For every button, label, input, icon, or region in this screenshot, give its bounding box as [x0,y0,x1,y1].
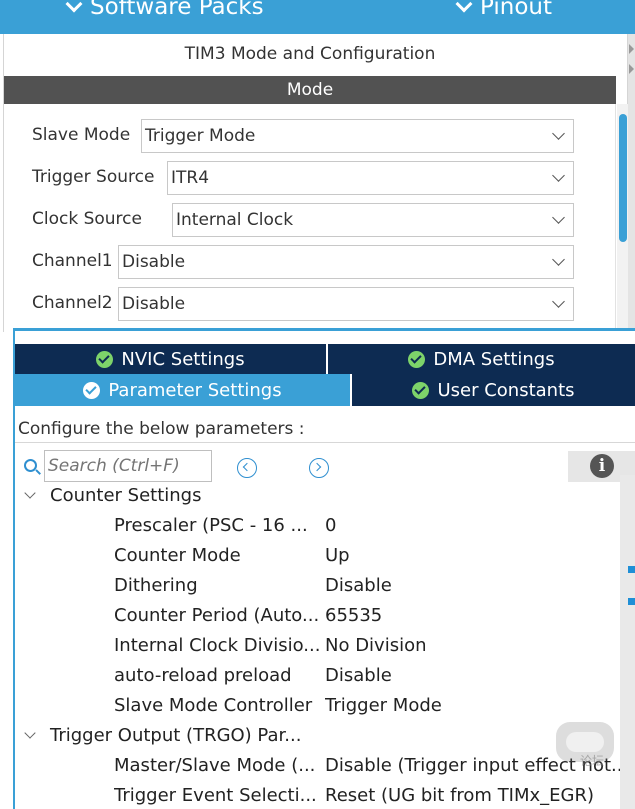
param-name[interactable]: Master/Slave Mode (... [114,755,320,776]
param-value[interactable]: Disable [325,665,633,686]
divider [15,442,635,443]
param-value[interactable]: 65535 [325,605,633,626]
param-value[interactable]: 0 [325,515,633,536]
param-value[interactable]: Reset (UG bit from TIMx_EGR) [325,785,633,806]
tab-nvic-settings[interactable]: NVIC Settings [15,344,326,374]
channel2-label: Channel2 [32,293,113,313]
mode-panel: TIM3 Mode and Configuration Mode Slave M… [3,34,629,332]
trigger-source-select[interactable]: ITR4 [167,161,574,195]
clock-source-label: Clock Source [32,209,142,229]
slave-mode-select[interactable]: Trigger Mode [141,119,574,153]
group-trigger-output[interactable]: Trigger Output (TRGO) Par... [18,725,301,746]
tab-dma-settings[interactable]: DMA Settings [328,344,635,374]
clock-source-value: Internal Clock [176,210,294,230]
group-label: Counter Settings [50,485,202,506]
channel2-value: Disable [122,294,186,314]
expand-arrow-icon[interactable] [629,44,634,54]
mode-scrollbar-thumb[interactable] [619,114,627,242]
channel1-value: Disable [122,252,186,272]
chevron-down-icon [65,0,83,13]
search-icon[interactable] [24,459,37,472]
check-circle-icon [83,381,101,399]
search-input[interactable] [44,450,212,482]
mode-fields: Slave Mode Trigger Mode Trigger Source I… [4,104,616,332]
tab-dma-settings-label: DMA Settings [433,348,555,370]
group-label: Trigger Output (TRGO) Par... [50,725,302,746]
right-side-scrollbar[interactable] [620,475,635,809]
chevron-down-icon [455,0,473,13]
tab-pinout[interactable]: Pinout [455,0,552,20]
scroll-marker [628,598,635,605]
arrow-left-circle-icon[interactable] [237,458,257,478]
channel1-label: Channel1 [32,251,113,271]
param-name[interactable]: Dithering [114,575,320,596]
chevron-down-icon [24,487,36,499]
param-name[interactable]: Prescaler (PSC - 16 ... [114,515,320,536]
tab-user-constants[interactable]: User Constants [352,374,635,406]
param-name[interactable]: Trigger Event Selecti... [114,785,320,806]
chevron-down-icon [552,211,565,224]
check-circle-icon [408,350,426,368]
tab-parameter-settings-label: Parameter Settings [108,379,282,401]
param-value[interactable]: Trigger Mode [325,695,633,716]
trigger-source-label: Trigger Source [32,167,155,187]
panel-title: TIM3 Mode and Configuration [184,44,436,64]
channel1-select[interactable]: Disable [118,245,574,279]
check-circle-icon [96,350,114,368]
param-name[interactable]: Internal Clock Divisio... [114,635,320,656]
param-name[interactable]: Counter Period (Auto... [114,605,320,626]
top-tab-bar: Software Packs Pinout [0,0,635,34]
chevron-down-icon [552,253,565,266]
expand-arrow-icon[interactable] [629,64,634,74]
param-value[interactable]: Up [325,545,633,566]
param-name[interactable]: Slave Mode Controller [114,695,320,716]
configure-hint: Configure the below parameters : [18,419,305,439]
tab-parameter-settings[interactable]: Parameter Settings [15,374,350,406]
param-value[interactable]: Disable [325,575,633,596]
slave-mode-value: Trigger Mode [145,126,256,146]
check-circle-icon [412,381,430,399]
tab-software-packs-label: Software Packs [90,0,264,20]
chevron-down-icon [552,127,565,140]
clock-source-select[interactable]: Internal Clock [172,203,574,237]
trigger-source-value: ITR4 [171,168,210,188]
param-name[interactable]: Counter Mode [114,545,320,566]
arrow-right-circle-icon[interactable] [309,458,329,478]
slave-mode-label: Slave Mode [32,125,131,145]
mode-section-header[interactable]: Mode [4,76,616,104]
param-name[interactable]: auto-reload preload [114,665,320,686]
chevron-down-icon [552,169,565,182]
chevron-down-icon [24,727,36,739]
param-value[interactable]: No Division [325,635,633,656]
tab-user-constants-label: User Constants [437,379,575,401]
group-counter-settings[interactable]: Counter Settings [18,485,201,506]
right-edge-strip [628,34,635,334]
scroll-marker [628,566,635,573]
chevron-down-icon [552,295,565,308]
tab-software-packs[interactable]: Software Packs [65,0,264,20]
tab-pinout-label: Pinout [480,0,552,20]
channel2-select[interactable]: Disable [118,287,574,321]
tab-nvic-settings-label: NVIC Settings [121,348,245,370]
info-icon: i [590,454,614,478]
watermark-text: 论坛 [580,754,605,768]
configuration-panel: NVIC Settings DMA Settings Parameter Set… [13,328,635,809]
